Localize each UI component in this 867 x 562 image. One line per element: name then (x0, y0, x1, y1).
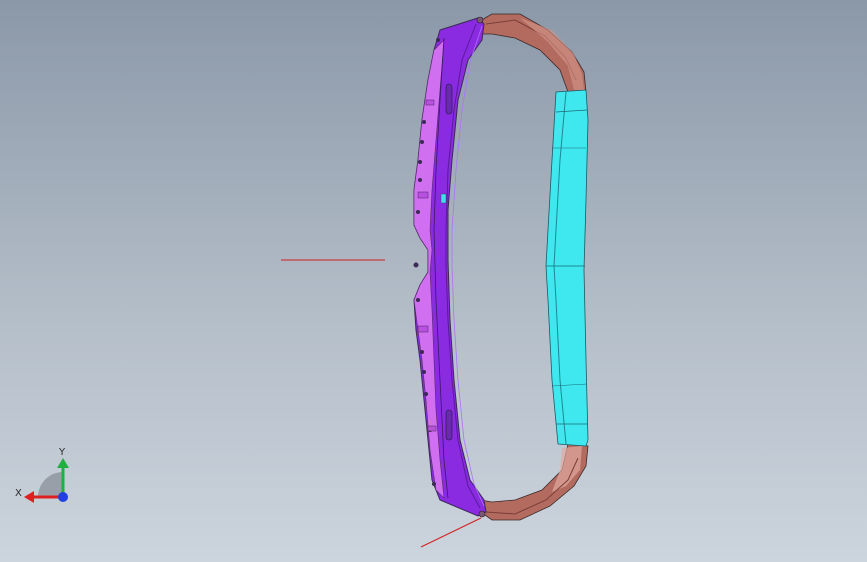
clip-tab (416, 210, 420, 214)
clip-tab (422, 370, 426, 374)
mount-block (425, 99, 435, 106)
mount-block (417, 325, 429, 333)
clip-tab (432, 482, 436, 486)
slot-lower (445, 409, 453, 441)
cad-viewport[interactable]: Y X (0, 0, 867, 562)
clip-tab (436, 38, 440, 42)
mount-block (427, 425, 437, 432)
top-tip-knob (476, 16, 484, 24)
clip-tab (424, 392, 428, 396)
clip-tab (416, 298, 420, 302)
cyan-side-panel[interactable] (545, 89, 589, 447)
clip-tab (420, 350, 424, 354)
clip-tab (422, 120, 426, 124)
clip-tab (420, 140, 424, 144)
model-canvas[interactable] (0, 0, 867, 562)
clip-tab (418, 160, 422, 164)
leader-line-bottom (420, 517, 482, 548)
slot-upper (445, 83, 453, 115)
clip-tab (418, 178, 422, 182)
bottom-tip-knob (478, 510, 486, 518)
mount-block (417, 191, 429, 199)
center-marker (440, 193, 447, 204)
clip-tab (413, 262, 419, 268)
